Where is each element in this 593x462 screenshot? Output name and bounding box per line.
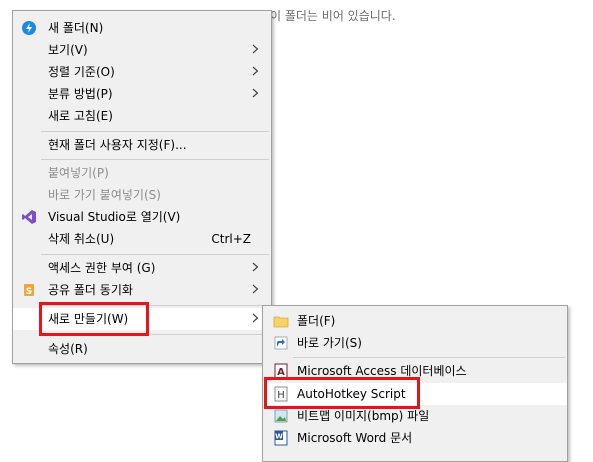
submenu-item-folder[interactable]: 폴더(F) — [263, 310, 567, 332]
chevron-right-icon — [252, 88, 259, 98]
highlight-box-new — [39, 302, 149, 336]
bitmap-icon — [274, 409, 288, 423]
submenu-item-shortcut[interactable]: 바로 가기(S) — [263, 332, 567, 354]
menu-item-label: 삭제 취소(U) — [48, 232, 115, 246]
submenu-item-label: 비트맵 이미지(bmp) 파일 — [297, 409, 430, 423]
menu-item-label: 붙여넣기(P) — [48, 166, 109, 180]
menu-item-customize-folder[interactable]: 현재 폴더 사용자 지정(F)... — [13, 134, 271, 156]
svg-text:W: W — [275, 433, 283, 441]
svg-text:S: S — [26, 287, 32, 297]
shortcut-icon — [274, 336, 288, 350]
chevron-right-icon — [252, 313, 259, 323]
empty-folder-message: 이 폴더는 비어 있습니다. — [270, 9, 396, 23]
menu-item-sync-shared-folder[interactable]: S 공유 폴더 동기화 — [13, 279, 271, 301]
menu-separator — [41, 254, 269, 255]
shortcut-text: Ctrl+Z — [211, 232, 251, 246]
menu-item-properties[interactable]: 속성(R) — [13, 338, 271, 360]
menu-separator — [41, 131, 269, 132]
menu-item-refresh[interactable]: 새로 고침(E) — [13, 105, 271, 127]
word-icon: W — [274, 430, 288, 446]
menu-item-new-folder[interactable]: 새 폴더(N) — [13, 17, 271, 39]
menu-item-label: 현재 폴더 사용자 지정(F)... — [48, 138, 187, 152]
menu-separator — [293, 357, 565, 358]
folder-icon — [273, 316, 289, 328]
submenu-item-label: Microsoft Word 문서 — [297, 431, 413, 445]
submenu-item-label: 폴더(F) — [297, 314, 336, 328]
menu-item-label: 정렬 기준(O) — [48, 65, 115, 79]
chevron-right-icon — [252, 44, 259, 54]
menu-separator — [41, 159, 269, 160]
menu-item-grant-access[interactable]: 액세스 권한 부여 (G) — [13, 257, 271, 279]
menu-item-label: 새 폴더(N) — [48, 21, 104, 35]
chevron-right-icon — [252, 284, 259, 294]
menu-item-label: 분류 방법(P) — [48, 87, 113, 101]
menu-item-label: 속성(R) — [48, 342, 88, 356]
sync-icon: S — [24, 284, 34, 297]
menu-item-label: Visual Studio로 열기(V) — [48, 210, 181, 224]
chevron-right-icon — [252, 66, 259, 76]
menu-item-label: 새로 고침(E) — [48, 109, 113, 123]
menu-item-sort-by[interactable]: 정렬 기준(O) — [13, 61, 271, 83]
submenu-item-word-doc[interactable]: W Microsoft Word 문서 — [263, 427, 567, 449]
menu-item-label: 공유 폴더 동기화 — [48, 283, 133, 297]
new-folder-icon — [22, 21, 36, 35]
menu-item-open-visual-studio[interactable]: Visual Studio로 열기(V) — [13, 206, 271, 228]
menu-item-group-by[interactable]: 분류 방법(P) — [13, 83, 271, 105]
submenu-item-label: Microsoft Access 데이터베이스 — [297, 364, 467, 378]
menu-item-label: 바로 가기 붙여넣기(S) — [48, 188, 161, 202]
visual-studio-icon — [22, 210, 36, 224]
menu-item-view[interactable]: 보기(V) — [13, 39, 271, 61]
menu-item-label: 보기(V) — [48, 43, 88, 57]
menu-item-paste-shortcut[interactable]: 바로 가기 붙여넣기(S) — [13, 184, 271, 206]
menu-item-label: 액세스 권한 부여 (G) — [48, 261, 156, 275]
menu-item-undo-delete[interactable]: 삭제 취소(U) Ctrl+Z — [13, 228, 271, 250]
menu-item-paste[interactable]: 붙여넣기(P) — [13, 162, 271, 184]
chevron-right-icon — [252, 262, 259, 272]
submenu-item-label: 바로 가기(S) — [297, 336, 362, 350]
highlight-box-autohotkey — [264, 377, 420, 409]
